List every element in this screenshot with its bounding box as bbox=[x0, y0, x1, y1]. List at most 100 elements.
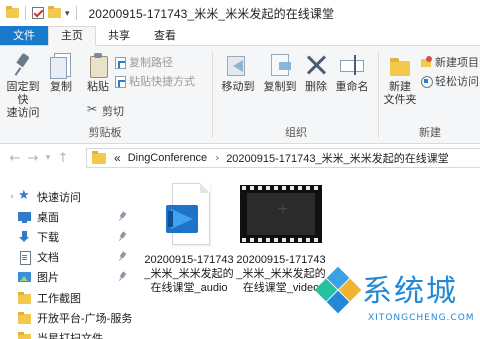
new-folder-button[interactable]: 新建 文件夹 bbox=[382, 52, 418, 107]
paste-shortcut-button[interactable]: 粘贴快捷方式 bbox=[114, 73, 195, 89]
new-folder-quick-icon[interactable] bbox=[48, 6, 61, 18]
copy-to-icon bbox=[267, 52, 293, 78]
sidebar-item-folder[interactable]: 当星打扫文件 bbox=[0, 328, 136, 339]
breadcrumb-current-folder[interactable]: 20200915-171743_米米_米米发起的在线课堂 bbox=[226, 150, 449, 166]
pin-icon[interactable] bbox=[119, 272, 126, 281]
sidebar-item-label: 文档 bbox=[37, 251, 59, 264]
copy-to-label: 复制到 bbox=[263, 81, 297, 93]
scissors-icon bbox=[87, 102, 99, 117]
video-file-icon bbox=[240, 185, 322, 243]
download-icon bbox=[18, 230, 31, 243]
recent-locations-chevron-icon[interactable]: ▾ bbox=[42, 153, 54, 163]
watermark: 系统城 XITONGCHENG.COM bbox=[312, 262, 480, 339]
copy-path-icon bbox=[114, 56, 126, 69]
rename-icon bbox=[339, 52, 365, 78]
sidebar-item-label: 下载 bbox=[37, 231, 59, 244]
cut-label: 剪切 bbox=[102, 106, 124, 118]
organize-group-label: 组织 bbox=[285, 127, 307, 139]
divider bbox=[25, 6, 26, 20]
desktop-icon bbox=[18, 211, 31, 223]
sidebar-item-pictures[interactable]: 图片 bbox=[0, 267, 136, 286]
pin-icon[interactable] bbox=[119, 232, 126, 241]
watermark-url: XITONGCHENG.COM bbox=[368, 313, 475, 323]
properties-check-icon[interactable] bbox=[32, 7, 44, 19]
film-frame bbox=[247, 193, 315, 235]
move-to-button[interactable]: 移动到 bbox=[218, 52, 258, 94]
sidebar-item-label: 工作截图 bbox=[37, 292, 81, 305]
file-item-audio[interactable]: 20200915-171743_米米_米米发起的在线课堂_audio bbox=[144, 181, 234, 295]
folder-icon bbox=[18, 311, 31, 324]
documents-icon bbox=[18, 250, 31, 265]
easy-access-label: 轻松访问 bbox=[435, 76, 479, 88]
forward-arrow-icon[interactable]: → bbox=[24, 151, 42, 166]
film-holes bbox=[242, 186, 320, 190]
navigation-pane: › 快速访问 桌面 下载 文档 图片 工作截图 开放平台-广场-服务 bbox=[0, 171, 136, 339]
file-name: 20200915-171743_米米_米米发起的在线课堂_audio bbox=[144, 254, 234, 294]
sidebar-item-work-screenshots[interactable]: 工作截图 bbox=[0, 288, 136, 307]
title-bar: ▾ 20200915-171743_米米_米米发起的在线课堂 bbox=[0, 0, 480, 26]
copy-path-button[interactable]: 复制路径 bbox=[114, 54, 173, 70]
paste-button[interactable]: 粘贴 bbox=[83, 52, 113, 94]
easy-access-button[interactable]: 轻松访问 bbox=[420, 73, 479, 89]
sidebar-item-downloads[interactable]: 下载 bbox=[0, 227, 136, 246]
address-bar[interactable]: « DingConference › 20200915-171743_米米_米米… bbox=[86, 148, 480, 168]
easy-access-icon bbox=[420, 75, 433, 88]
tab-share[interactable]: 共享 bbox=[96, 26, 142, 45]
new-group-label: 新建 bbox=[419, 127, 441, 139]
new-group: 新建 文件夹 新建项目 轻松访问 新建 bbox=[380, 46, 480, 144]
customize-dropdown-icon[interactable]: ▾ bbox=[65, 8, 70, 19]
pin-label-line2: 速访问 bbox=[6, 107, 40, 119]
copy-button[interactable]: 复制 bbox=[47, 52, 75, 94]
audio-file-icon bbox=[166, 181, 212, 247]
paste-shortcut-label: 粘贴快捷方式 bbox=[129, 76, 195, 88]
sidebar-item-desktop[interactable]: 桌面 bbox=[0, 207, 136, 226]
sidebar-item-quick-access[interactable]: › 快速访问 bbox=[0, 187, 136, 206]
sidebar-item-label: 当星打扫文件 bbox=[37, 332, 103, 339]
quick-access-toolbar: ▾ bbox=[6, 6, 79, 20]
folder-icon bbox=[18, 331, 31, 339]
paste-label: 粘贴 bbox=[87, 81, 109, 93]
clipboard-group-label: 剪贴板 bbox=[88, 127, 122, 139]
watermark-logo-icon bbox=[314, 266, 362, 314]
copy-path-label: 复制路径 bbox=[129, 57, 173, 69]
expand-chevron-icon[interactable]: › bbox=[6, 192, 18, 202]
rename-button[interactable]: 重命名 bbox=[334, 52, 370, 94]
breadcrumb-overflow[interactable]: « bbox=[114, 151, 121, 165]
breadcrumb-separator-icon[interactable]: › bbox=[215, 153, 219, 164]
tab-view[interactable]: 查看 bbox=[142, 26, 188, 45]
sidebar-item-label: 图片 bbox=[37, 271, 59, 284]
new-folder-icon bbox=[387, 52, 413, 78]
copy-to-button[interactable]: 复制到 bbox=[260, 52, 300, 94]
new-item-button[interactable]: 新建项目 bbox=[420, 54, 479, 70]
cut-button[interactable]: 剪切 bbox=[87, 102, 124, 119]
pin-icon[interactable] bbox=[119, 212, 126, 221]
organize-group: 移动到 复制到 删除 重命名 组织 bbox=[214, 46, 378, 144]
up-arrow-icon[interactable]: ↑ bbox=[54, 151, 72, 166]
film-holes bbox=[242, 238, 320, 242]
new-folder-label-line2: 文件夹 bbox=[383, 94, 417, 106]
group-divider bbox=[212, 52, 213, 138]
paste-shortcut-icon bbox=[114, 75, 126, 88]
divider bbox=[75, 6, 77, 20]
folder-icon bbox=[6, 6, 19, 18]
new-folder-label-line1: 新建 bbox=[389, 81, 411, 93]
sidebar-item-documents[interactable]: 文档 bbox=[0, 247, 136, 266]
back-arrow-icon[interactable]: ← bbox=[6, 151, 24, 166]
sidebar-item-open-platform[interactable]: 开放平台-广场-服务 bbox=[0, 308, 136, 327]
tab-home[interactable]: 主页 bbox=[48, 26, 96, 46]
ribbon-tabs: 文件 主页 共享 查看 bbox=[0, 26, 480, 46]
delete-label: 删除 bbox=[305, 81, 327, 93]
paste-icon bbox=[85, 52, 111, 78]
tab-file[interactable]: 文件 bbox=[0, 26, 48, 45]
pin-label-line1: 固定到快 bbox=[6, 81, 40, 106]
pin-icon[interactable] bbox=[119, 252, 126, 261]
rename-label: 重命名 bbox=[335, 81, 369, 93]
sidebar-item-label: 桌面 bbox=[37, 211, 59, 224]
breadcrumb-dingconference[interactable]: DingConference bbox=[128, 152, 208, 164]
film-strip bbox=[240, 185, 322, 243]
new-item-icon bbox=[420, 56, 432, 68]
folder-icon bbox=[18, 291, 31, 304]
copy-label: 复制 bbox=[50, 81, 72, 93]
delete-button[interactable]: 删除 bbox=[302, 52, 330, 94]
pin-to-quick-access-button[interactable]: 固定到快 速访问 bbox=[3, 52, 43, 120]
